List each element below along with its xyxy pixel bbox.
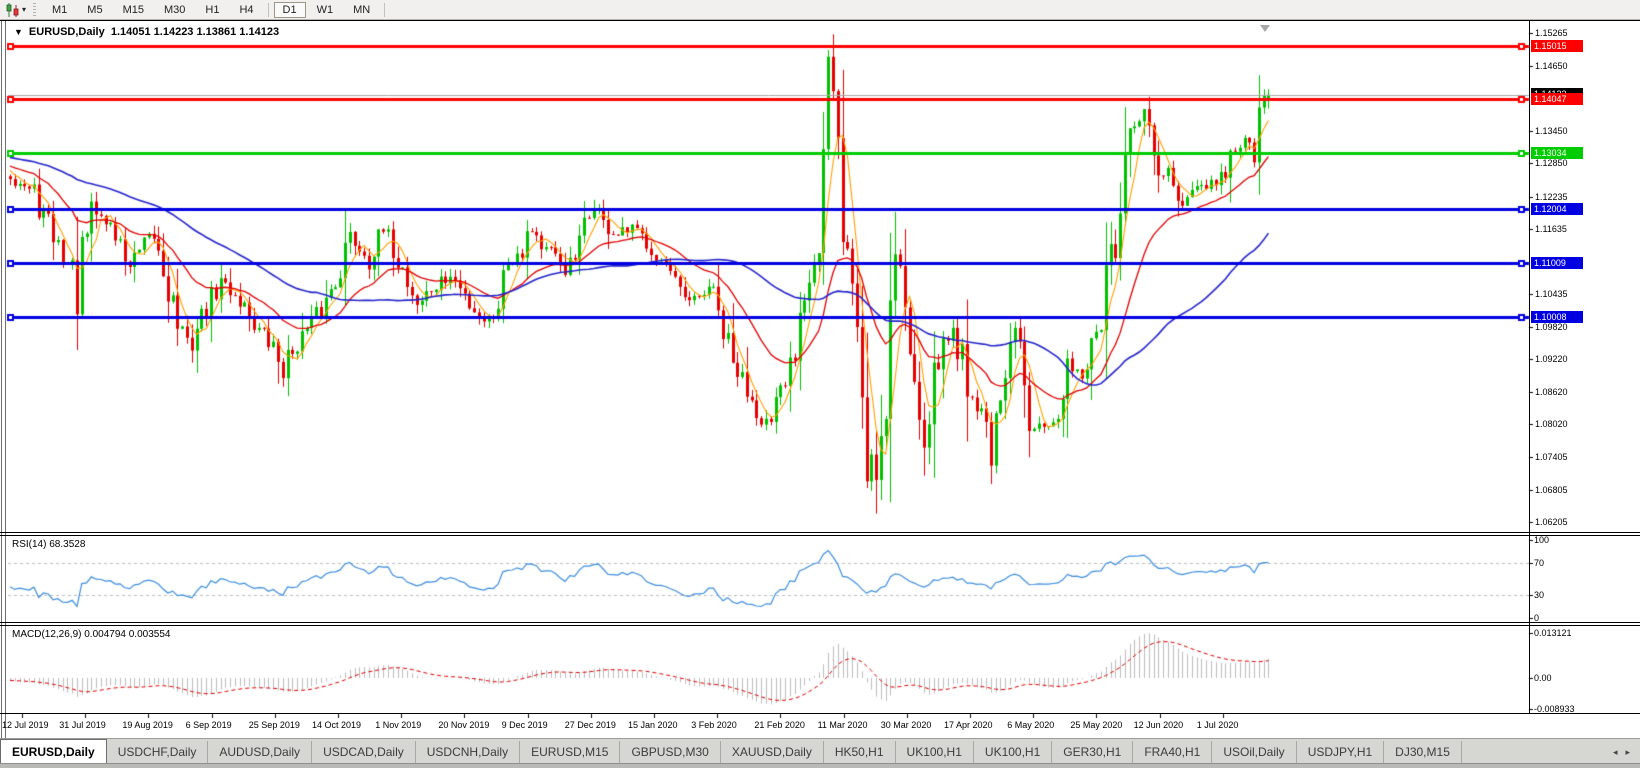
price-axis-tick: 1.11635 xyxy=(1535,223,1567,234)
chart-tab-fra40-h1[interactable]: FRA40,H1 xyxy=(1133,741,1213,763)
date-axis-label: 19 Aug 2019 xyxy=(122,720,173,730)
chart-tab-eurusd-m15[interactable]: EURUSD,M15 xyxy=(520,741,621,763)
chart-tab-usoil-daily[interactable]: USOil,Daily xyxy=(1212,741,1297,763)
chart-tab-audusd-daily[interactable]: AUDUSD,Daily xyxy=(208,741,313,763)
rsi-axis-tick: 30 xyxy=(1534,589,1545,600)
chart-tab-usdcnh-daily[interactable]: USDCNH,Daily xyxy=(416,741,521,763)
timeframe-button-m15[interactable]: M15 xyxy=(114,2,153,18)
rsi-axis-tick: 0 xyxy=(1534,613,1540,623)
symbol-dropdown-icon[interactable]: ▼ xyxy=(14,27,23,37)
toolbar: ▾ M1 M5 M15 M30 H1 H4 D1 W1 MN xyxy=(0,0,1640,20)
price-axis-tick: 1.12850 xyxy=(1535,158,1568,169)
date-axis-label: 12 Jun 2020 xyxy=(1133,720,1184,730)
tab-scroll-right-icon[interactable]: ▸ xyxy=(1625,747,1630,758)
rsi-axis-tick: 100 xyxy=(1534,535,1550,545)
hline-price-label[interactable]: 1.12004 xyxy=(1531,202,1583,215)
chart-tab-gbpusd-m30[interactable]: GBPUSD,M30 xyxy=(620,741,721,763)
price-axis-tick: 1.08020 xyxy=(1535,419,1568,429)
date-axis-label: 27 Dec 2019 xyxy=(564,720,616,730)
toolbar-separator xyxy=(267,2,269,17)
macd-panel-top-border xyxy=(0,625,1640,626)
rsi-panel-top-border xyxy=(0,535,1640,536)
timeframe-button-mn[interactable]: MN xyxy=(344,2,379,18)
chart-tab-usdchf-daily[interactable]: USDCHF,Daily xyxy=(107,741,209,763)
price-axis-line xyxy=(1529,21,1530,713)
chart-title: ▼ EURUSD,Daily 1.14051 1.14223 1.13861 1.… xyxy=(14,26,279,38)
candlestick-chart-icon xyxy=(6,2,19,17)
toolbar-grip xyxy=(33,3,37,16)
macd-bottom-border xyxy=(0,713,1640,714)
date-axis-label: 9 Dec 2019 xyxy=(501,720,548,730)
date-axis-label: 12 Jul 2019 xyxy=(2,720,49,730)
chevron-down-icon: ▾ xyxy=(22,5,27,14)
date-axis-label: 21 Feb 2020 xyxy=(754,720,805,730)
date-axis-label: 25 Sep 2019 xyxy=(248,720,300,730)
macd-axis-tick: 0.00 xyxy=(1534,673,1552,683)
hline-price-label[interactable]: 1.13034 xyxy=(1531,147,1583,160)
date-axis-label: 1 Jul 2020 xyxy=(1196,720,1239,730)
price-axis-tick: 1.13450 xyxy=(1535,125,1568,136)
price-axis-tick: 1.08620 xyxy=(1535,386,1568,397)
rsi-indicator-label: RSI(14) 68.3528 xyxy=(12,539,86,550)
chart-symbol-label: EURUSD,Daily xyxy=(28,26,105,38)
date-axis-label: 3 Feb 2020 xyxy=(691,720,737,730)
chart-type-button[interactable]: ▾ xyxy=(0,1,31,19)
chart-tab-ger30-h1[interactable]: GER30,H1 xyxy=(1052,741,1134,763)
chart-top-border xyxy=(0,20,1640,21)
timeframe-button-m5[interactable]: M5 xyxy=(78,2,111,18)
price-axis-tick: 1.14650 xyxy=(1535,61,1568,72)
price-axis-tick: 1.07405 xyxy=(1535,452,1568,463)
hline-price-label[interactable]: 1.11009 xyxy=(1531,256,1583,269)
chart-tab-xauusd-daily[interactable]: XAUUSD,Daily xyxy=(721,741,824,763)
chart-ohlc-values: 1.14051 1.14223 1.13861 1.14123 xyxy=(110,26,280,38)
chart-tab-hk50-h1[interactable]: HK50,H1 xyxy=(824,741,896,763)
window-left-border xyxy=(1,20,6,763)
price-axis-tick: 1.09220 xyxy=(1535,354,1568,365)
chart-shift-marker[interactable] xyxy=(1260,25,1270,32)
macd-indicator-label: MACD(12,26,9) 0.004794 0.003554 xyxy=(12,629,171,640)
date-axis-label: 6 May 2020 xyxy=(1007,720,1055,730)
date-axis-label: 20 Nov 2019 xyxy=(438,720,490,730)
timeframe-button-w1[interactable]: W1 xyxy=(308,2,343,18)
date-axis-label: 6 Sep 2019 xyxy=(185,720,232,730)
hline-price-label[interactable]: 1.10008 xyxy=(1531,310,1583,323)
date-axis-label: 30 Mar 2020 xyxy=(880,720,932,730)
timeframe-button-h1[interactable]: H1 xyxy=(196,2,228,18)
timeframe-button-h4[interactable]: H4 xyxy=(230,2,262,18)
price-axis-tick: 1.09820 xyxy=(1535,321,1568,332)
chart-tab-eurusd-daily[interactable]: EURUSD,Daily xyxy=(0,739,107,763)
rsi-axis-tick: 70 xyxy=(1534,558,1545,569)
date-axis-label: 11 Mar 2020 xyxy=(817,720,868,730)
date-axis-label: 31 Jul 2019 xyxy=(59,720,106,730)
price-axis-tick: 1.12235 xyxy=(1535,191,1568,202)
hline-price-label[interactable]: 1.14047 xyxy=(1531,92,1583,105)
date-axis-label: 25 May 2020 xyxy=(1070,720,1123,730)
date-axis-label: 14 Oct 2019 xyxy=(312,720,362,730)
timeframe-button-m1[interactable]: M1 xyxy=(43,2,76,18)
macd-axis-tick: 0.013121 xyxy=(1534,627,1572,638)
price-chart-canvas[interactable] xyxy=(0,0,1640,768)
chart-tab-bar: EURUSD,Daily USDCHF,Daily AUDUSD,Daily USDC… xyxy=(0,738,1640,763)
hline-price-label[interactable]: 1.15015 xyxy=(1531,40,1583,53)
rsi-macd-separator[interactable] xyxy=(0,622,1640,623)
price-axis-tick: 1.15265 xyxy=(1535,28,1568,38)
price-axis-tick: 1.06805 xyxy=(1535,484,1568,495)
macd-axis-tick: -0.008933 xyxy=(1534,703,1575,714)
chart-tab-uk100-h1[interactable]: UK100,H1 xyxy=(896,741,974,763)
date-axis-label: 17 Apr 2020 xyxy=(944,720,993,730)
price-axis-tick: 1.06205 xyxy=(1535,516,1568,527)
toolbar-separator xyxy=(384,2,386,17)
price-axis-tick: 1.10435 xyxy=(1535,288,1568,299)
chart-tab-dj30-m15[interactable]: DJ30,M15 xyxy=(1384,741,1462,763)
timeframe-button-d1[interactable]: D1 xyxy=(273,1,306,18)
timeframe-button-m30[interactable]: M30 xyxy=(155,2,194,18)
main-rsi-separator[interactable] xyxy=(0,532,1640,533)
chart-tab-uk100-h1[interactable]: UK100,H1 xyxy=(974,741,1053,763)
tab-scroll-left-icon[interactable]: ◂ xyxy=(1613,747,1618,758)
date-axis-label: 1 Nov 2019 xyxy=(375,720,422,730)
chart-tab-usdjpy-h1[interactable]: USDJPY,H1 xyxy=(1297,741,1385,763)
chart-tab-usdcad-daily[interactable]: USDCAD,Daily xyxy=(312,741,416,763)
window-bottom-edge xyxy=(0,763,1640,768)
date-axis-label: 15 Jan 2020 xyxy=(628,720,678,730)
